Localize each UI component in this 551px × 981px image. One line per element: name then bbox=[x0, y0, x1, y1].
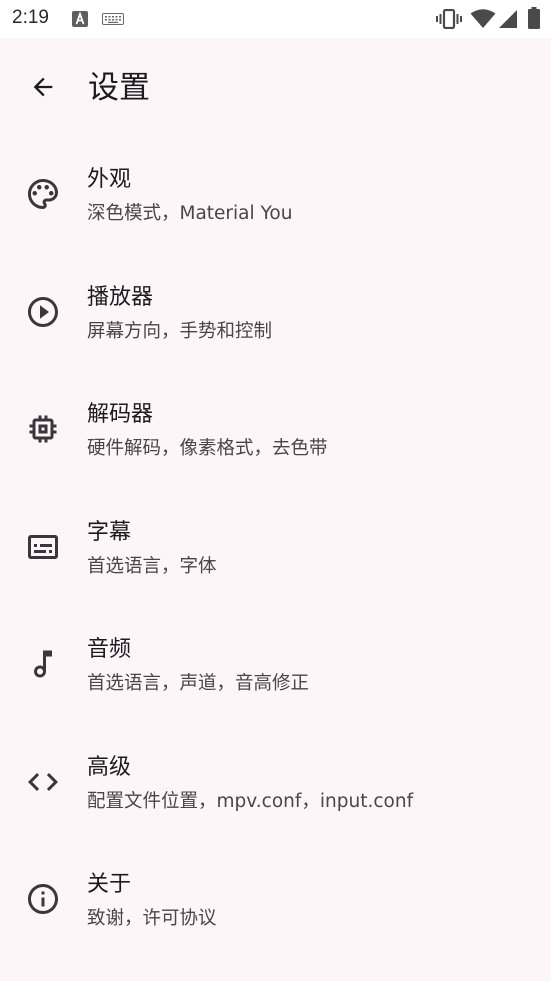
arrow-back-icon bbox=[29, 73, 57, 101]
settings-item-subtitle: 首选语言，声道，音高修正 bbox=[87, 673, 310, 694]
back-button[interactable] bbox=[20, 64, 66, 110]
settings-item-title: 关于 bbox=[87, 872, 132, 897]
status-bar: 2:19 bbox=[0, 0, 551, 38]
battery-icon bbox=[528, 7, 540, 29]
app-bar: 设置 bbox=[0, 38, 551, 138]
settings-item-subtitle: 硬件解码，像素格式，去色带 bbox=[87, 438, 328, 459]
settings-item-subtitle: 屏幕方向，手势和控制 bbox=[87, 320, 273, 342]
subtitles-icon bbox=[25, 529, 61, 565]
settings-item-title: 解码器 bbox=[87, 402, 154, 427]
settings-item-title: 播放器 bbox=[87, 284, 154, 310]
palette-icon bbox=[25, 176, 61, 212]
settings-item-subtitle: 首选语言，字体 bbox=[87, 555, 217, 577]
settings-item-player[interactable]: 播放器 屏幕方向，手势和控制 bbox=[0, 256, 551, 374]
settings-item-appearance[interactable]: 外观 深色模式，Material You bbox=[0, 138, 551, 256]
wifi-icon bbox=[470, 9, 496, 29]
settings-item-title: 音频 bbox=[87, 637, 132, 662]
code-icon bbox=[25, 764, 61, 800]
settings-item-decoder[interactable]: 解码器 硬件解码，像素格式，去色带 bbox=[0, 373, 551, 491]
settings-item-title: 外观 bbox=[87, 167, 132, 192]
a-notification-icon bbox=[72, 11, 88, 27]
page-title: 设置 bbox=[88, 70, 150, 106]
settings-item-audio[interactable]: 音频 首选语言，声道，音高修正 bbox=[0, 608, 551, 726]
settings-item-about[interactable]: 关于 致谢，许可协议 bbox=[0, 843, 551, 961]
settings-item-title: 高级 bbox=[87, 754, 132, 780]
status-time: 2:19 bbox=[12, 7, 49, 28]
settings-item-advanced[interactable]: 高级 配置文件位置，mpv.conf，input.conf bbox=[0, 726, 551, 844]
cell-signal-icon bbox=[498, 9, 518, 29]
play-circle-icon bbox=[25, 294, 61, 330]
memory-chip-icon bbox=[25, 411, 61, 447]
vibrate-icon bbox=[436, 9, 462, 29]
settings-list: 外观 深色模式，Material You 播放器 屏幕方向，手势和控制 解码器 … bbox=[0, 138, 551, 961]
settings-item-title: 字幕 bbox=[87, 519, 132, 545]
settings-item-subtitle: 致谢，许可协议 bbox=[87, 908, 217, 929]
music-note-icon bbox=[25, 646, 61, 682]
settings-item-subtitles[interactable]: 字幕 首选语言，字体 bbox=[0, 491, 551, 609]
info-icon bbox=[25, 881, 61, 917]
settings-item-subtitle: 配置文件位置，mpv.conf，input.conf bbox=[87, 790, 414, 812]
settings-item-subtitle: 深色模式，Material You bbox=[87, 203, 293, 224]
keyboard-icon bbox=[102, 13, 124, 25]
